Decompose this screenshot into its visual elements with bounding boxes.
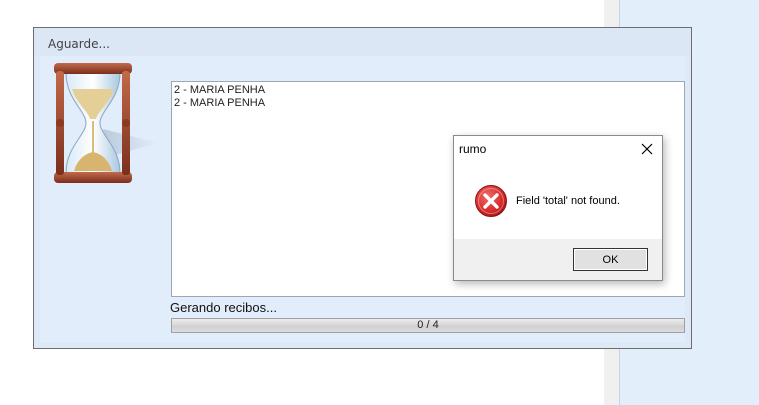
error-dialog: rumo Field 'total' not found. OK <box>453 135 663 281</box>
hourglass-icon <box>54 63 158 183</box>
log-line: 2 - MARIA PENHA <box>174 84 266 96</box>
error-icon <box>475 185 507 217</box>
progress-text: 0 / 4 <box>417 319 439 331</box>
ok-button[interactable]: OK <box>573 248 648 271</box>
status-label: Gerando recibos... <box>170 300 277 315</box>
log-line: 2 - MARIA PENHA <box>174 97 266 109</box>
wait-title-bar[interactable]: Aguarde... <box>34 28 691 56</box>
wait-window-title: Aguarde... <box>48 37 110 51</box>
close-icon[interactable] <box>638 140 656 158</box>
dialog-title: rumo <box>459 142 487 156</box>
dialog-message: Field 'total' not found. <box>516 195 620 207</box>
progress-bar: 0 / 4 <box>171 318 685 333</box>
